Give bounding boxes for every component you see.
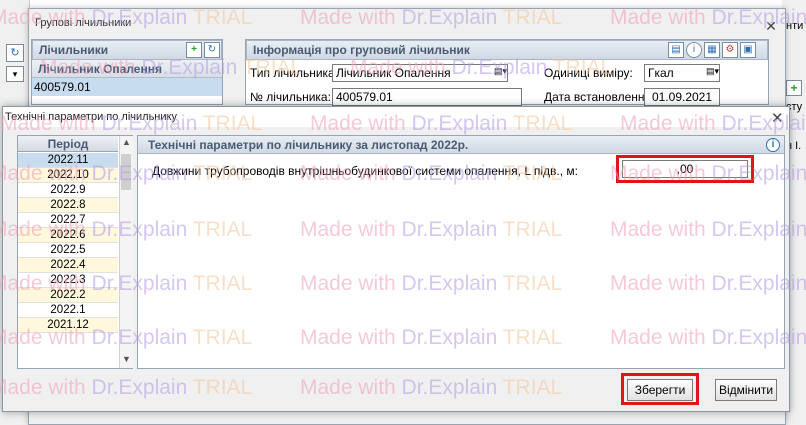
- bg-label-1: нти: [786, 20, 804, 32]
- chevron-down-icon[interactable]: ▤▾: [494, 66, 507, 77]
- period-row[interactable]: 2022.4: [18, 258, 118, 273]
- install-date-label: Дата встановлення:: [544, 90, 655, 104]
- period-row[interactable]: 2022.1: [18, 303, 118, 318]
- scroll-thumb[interactable]: [121, 154, 131, 190]
- period-row[interactable]: 2022.3: [18, 273, 118, 288]
- scroll-up-icon[interactable]: ▲: [122, 137, 131, 147]
- meter-number-label: № лічильника:: [250, 90, 331, 104]
- close-icon[interactable]: ✕: [771, 109, 784, 127]
- save-button[interactable]: Зберегти: [627, 379, 693, 401]
- period-row[interactable]: 2022.7: [18, 213, 118, 228]
- pipe-length-label: Довжини трубопроводів внутрішньобудинков…: [152, 164, 579, 178]
- period-row[interactable]: 2022.10: [18, 168, 118, 183]
- meter-number-field[interactable]: [332, 88, 522, 106]
- technical-params-dialog: Технічні параметри по лічильнику ✕ Періо…: [2, 106, 790, 412]
- chevron-down-icon[interactable]: ▤▾: [706, 66, 719, 77]
- meter-type-select[interactable]: [332, 64, 508, 82]
- install-date-field[interactable]: [644, 88, 720, 106]
- pipe-length-input[interactable]: [622, 160, 748, 178]
- period-list: Період 2022.11 2022.10 2022.9 2022.8 202…: [17, 135, 133, 369]
- meters-list-panel: Лічильники + ↻ Лічильник Опалення 400579…: [31, 39, 223, 105]
- dialog-titlebar: Технічні параметри по лічильнику ✕: [3, 107, 789, 127]
- add-meter-icon[interactable]: +: [186, 42, 202, 58]
- info-icon[interactable]: i: [686, 42, 702, 58]
- save-icon[interactable]: ▣: [740, 42, 756, 58]
- period-row[interactable]: 2022.11: [18, 153, 118, 168]
- period-column-header[interactable]: Період: [18, 136, 118, 152]
- refresh-icon[interactable]: ↻: [6, 44, 24, 62]
- period-row[interactable]: 2022.2: [18, 288, 118, 303]
- info-icon[interactable]: i: [766, 138, 780, 152]
- dialog-title: Технічні параметри по лічильнику: [5, 111, 177, 123]
- period-row[interactable]: 2022.5: [18, 243, 118, 258]
- calendar-icon[interactable]: ▦: [704, 42, 720, 58]
- meter-type-label: Тип лічильника:: [250, 66, 339, 80]
- export-icon[interactable]: ▤: [668, 42, 684, 58]
- units-label: Одиниці виміру:: [544, 66, 633, 80]
- params-header: Технічні параметри по лічильнику за лист…: [138, 136, 784, 154]
- period-row[interactable]: 2022.8: [18, 198, 118, 213]
- settings-icon[interactable]: ⚙: [722, 42, 738, 58]
- period-row[interactable]: 2022.6: [18, 228, 118, 243]
- cancel-button[interactable]: Відмінити: [715, 379, 777, 401]
- period-row[interactable]: 2021.12: [18, 318, 118, 333]
- close-icon[interactable]: ✕: [763, 19, 779, 35]
- dialog-title: Групові лічильники: [35, 17, 132, 29]
- dropdown-icon[interactable]: ▾: [6, 66, 24, 82]
- period-row[interactable]: 2022.9: [18, 183, 118, 198]
- meter-info-panel: Інформація про груповий лічильник ▤ i ▦ …: [245, 39, 769, 106]
- refresh-icon[interactable]: ↻: [204, 42, 220, 58]
- meter-group-label[interactable]: Лічильник Опалення: [32, 60, 222, 78]
- add-icon[interactable]: +: [786, 80, 802, 96]
- meter-list-item[interactable]: 400579.01: [32, 78, 222, 96]
- params-panel: Технічні параметри по лічильнику за лист…: [137, 135, 785, 369]
- scroll-down-icon[interactable]: ▼: [122, 354, 131, 364]
